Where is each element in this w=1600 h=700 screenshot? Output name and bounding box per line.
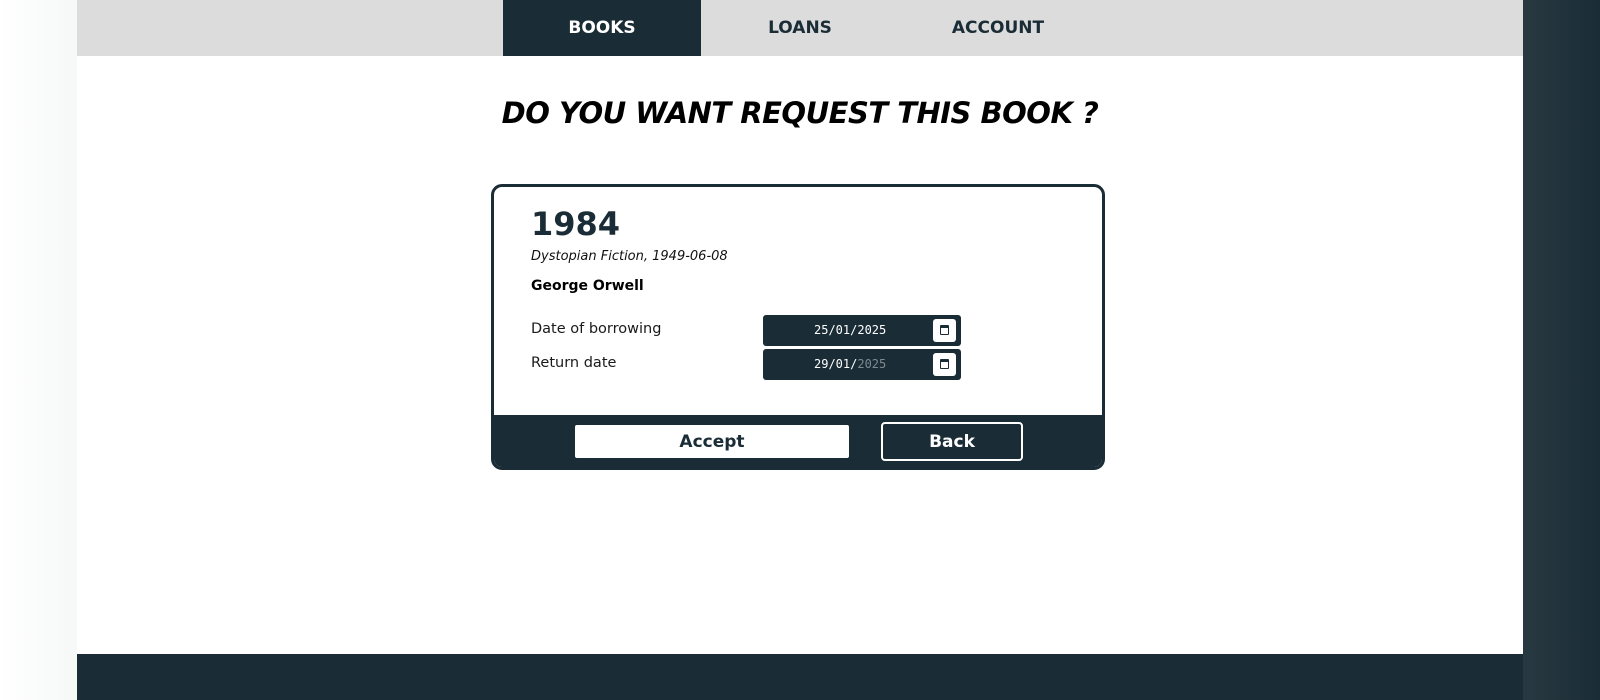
return-date-entered: 29/01/ bbox=[814, 357, 858, 371]
borrow-date-picker-button[interactable] bbox=[933, 319, 956, 342]
page-container: BOOKS LOANS ACCOUNT DO YOU WANT REQUEST … bbox=[77, 0, 1523, 700]
return-date-input[interactable]: 29/01/2025 bbox=[763, 349, 961, 380]
borrow-date-value[interactable]: 25/01/2025 bbox=[814, 323, 886, 337]
top-navigation: BOOKS LOANS ACCOUNT bbox=[77, 0, 1523, 56]
borrow-date-input[interactable]: 25/01/2025 bbox=[763, 315, 961, 346]
book-title: 1984 bbox=[531, 205, 621, 243]
back-button[interactable]: Back bbox=[881, 422, 1023, 461]
book-genre-date: Dystopian Fiction, 1949-06-08 bbox=[531, 249, 728, 264]
tab-books[interactable]: BOOKS bbox=[503, 0, 701, 56]
calendar-icon bbox=[940, 325, 949, 335]
page-heading: DO YOU WANT REQUEST THIS BOOK ? bbox=[501, 96, 1099, 130]
book-author: George Orwell bbox=[531, 278, 644, 294]
accept-button[interactable]: Accept bbox=[575, 425, 849, 458]
calendar-icon bbox=[940, 359, 949, 369]
tab-account[interactable]: ACCOUNT bbox=[899, 0, 1097, 56]
return-date-placeholder-year: 2025 bbox=[857, 357, 887, 371]
return-date-picker-button[interactable] bbox=[933, 353, 956, 376]
page-footer bbox=[77, 654, 1523, 700]
return-date-label: Return date bbox=[531, 355, 617, 371]
card-actions-bar: Accept Back bbox=[494, 415, 1102, 467]
borrow-date-label: Date of borrowing bbox=[531, 321, 662, 337]
return-date-value[interactable]: 29/01/2025 bbox=[814, 357, 886, 371]
book-request-card: 1984 Dystopian Fiction, 1949-06-08 Georg… bbox=[491, 184, 1105, 470]
tab-loans[interactable]: LOANS bbox=[701, 0, 899, 56]
